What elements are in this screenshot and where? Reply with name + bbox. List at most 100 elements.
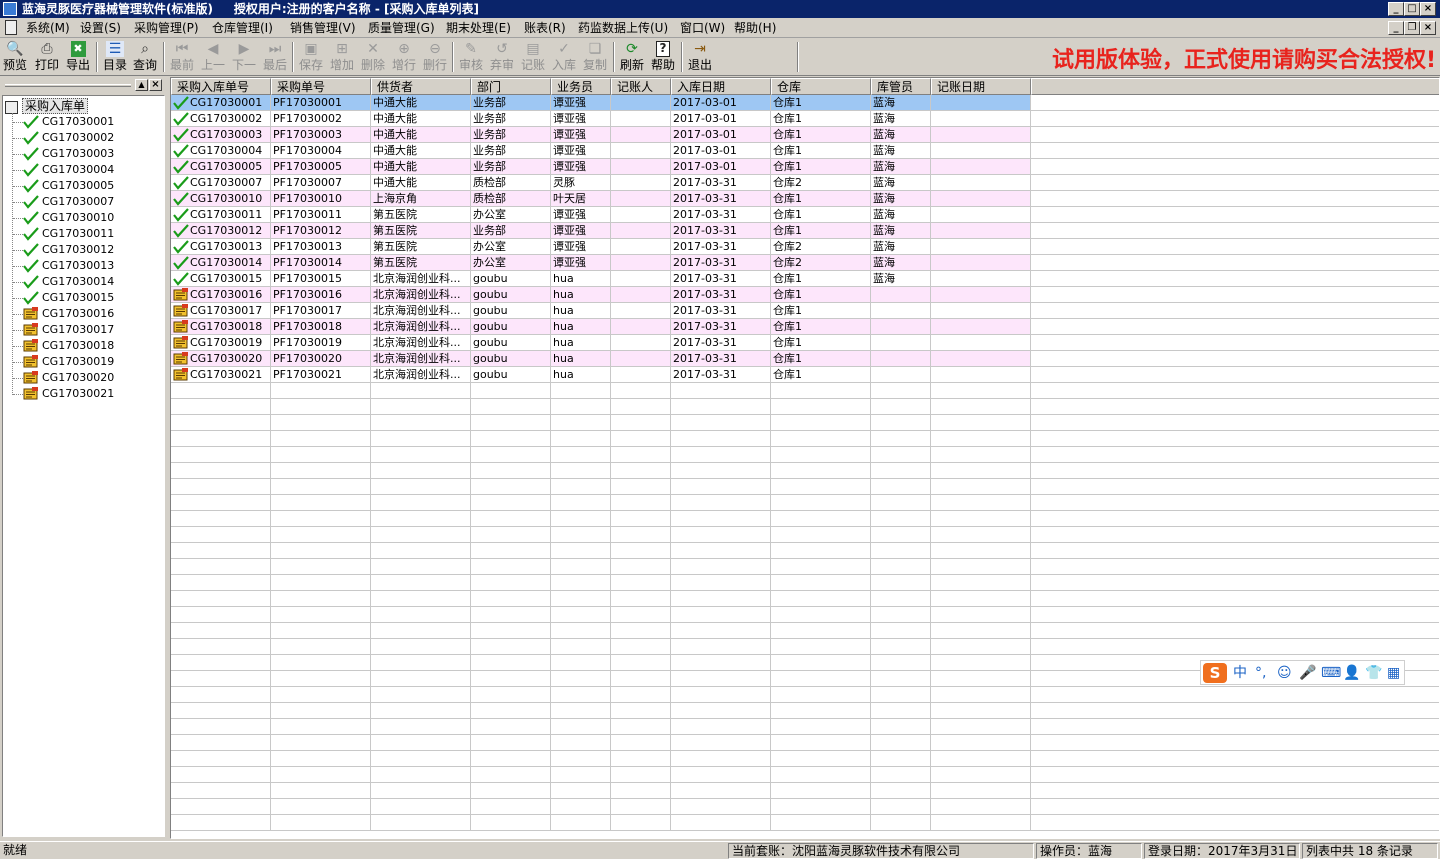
close-button[interactable]: × bbox=[1420, 2, 1436, 16]
menu-window[interactable]: 窗口(W) bbox=[680, 20, 725, 36]
tree-item[interactable]: CG17030010 bbox=[13, 210, 114, 226]
column-header[interactable]: 部门 bbox=[471, 78, 551, 95]
menu-purchase[interactable]: 采购管理(P) bbox=[134, 20, 199, 36]
row-filler bbox=[1031, 591, 1439, 607]
tree-item[interactable]: CG17030019 bbox=[13, 354, 114, 370]
table-cell: CG17030016 bbox=[171, 287, 271, 303]
column-header[interactable]: 采购入库单号 bbox=[171, 78, 271, 95]
sogou-logo-icon[interactable]: S bbox=[1203, 663, 1227, 683]
refresh-button[interactable]: ⟳ 刷新 bbox=[617, 40, 647, 74]
tree-item[interactable]: CG17030002 bbox=[13, 130, 114, 146]
panel-grip[interactable] bbox=[5, 84, 131, 87]
export-button[interactable]: ✖ 导出 bbox=[63, 40, 93, 74]
document-icon[interactable] bbox=[5, 20, 17, 35]
table-row[interactable]: CG17030012 PF17030012 第五医院 业务部 谭亚强 2017-03-31… bbox=[171, 223, 1439, 239]
tree-item[interactable]: CG17030013 bbox=[13, 258, 114, 274]
child-minimize-button[interactable]: _ bbox=[1388, 21, 1404, 35]
menu-settings[interactable]: 设置(S) bbox=[80, 20, 121, 36]
column-header[interactable]: 供货者 bbox=[371, 78, 471, 95]
table-cell bbox=[771, 463, 871, 479]
emoji-icon[interactable]: ☺ bbox=[1277, 664, 1292, 682]
table-row[interactable]: CG17030005 PF17030005 中通大能 业务部 谭亚强 2017-03-01… bbox=[171, 159, 1439, 175]
tree-item[interactable]: CG17030001 bbox=[13, 114, 114, 130]
table-cell: PF17030013 bbox=[271, 239, 371, 255]
tree-root[interactable]: 采购入库单 bbox=[5, 98, 89, 114]
tree-item-label: CG17030015 bbox=[42, 291, 115, 304]
table-row[interactable]: CG17030019 PF17030019 北京海润创业科... goubu hua 20… bbox=[171, 335, 1439, 351]
tree-item[interactable]: CG17030016 bbox=[13, 306, 114, 322]
child-restore-button[interactable]: ❐ bbox=[1404, 21, 1420, 35]
preview-button[interactable]: 🔍 预览 bbox=[0, 40, 30, 74]
microphone-icon[interactable]: 🎤 bbox=[1299, 664, 1316, 682]
column-header[interactable]: 业务员 bbox=[551, 78, 611, 95]
tree-item[interactable]: CG17030020 bbox=[13, 370, 114, 386]
child-close-button[interactable]: × bbox=[1420, 21, 1436, 35]
table-row[interactable]: CG17030010 PF17030010 上海京角 质检部 叶天居 2017-03-31… bbox=[171, 191, 1439, 207]
table-cell bbox=[671, 767, 771, 783]
table-cell bbox=[771, 495, 871, 511]
grid-menu-icon[interactable]: ▦ bbox=[1387, 664, 1400, 682]
column-header[interactable]: 库管员 bbox=[871, 78, 931, 95]
table-cell: PF17030011 bbox=[271, 207, 371, 223]
status-login-date: 登录日期：2017年3月31日 bbox=[1144, 843, 1300, 859]
tree-item[interactable]: CG17030003 bbox=[13, 146, 114, 162]
catalog-button[interactable]: ☰ 目录 bbox=[100, 40, 130, 74]
menu-upload[interactable]: 药监数据上传(U) bbox=[578, 20, 668, 36]
table-row[interactable]: CG17030016 PF17030016 北京海润创业科... goubu hua 20… bbox=[171, 287, 1439, 303]
ime-toolbar[interactable]: S 中 °, ☺ 🎤 ⌨ 👤 👕 ▦ bbox=[1200, 660, 1405, 685]
table-row[interactable]: CG17030020 PF17030020 北京海润创业科... goubu hua 20… bbox=[171, 351, 1439, 367]
punctuation-icon[interactable]: °, bbox=[1255, 664, 1266, 682]
tree-item[interactable]: CG17030004 bbox=[13, 162, 114, 178]
panel-close-button[interactable]: × bbox=[149, 79, 162, 91]
column-header[interactable]: 采购单号 bbox=[271, 78, 371, 95]
tree-item[interactable]: CG17030005 bbox=[13, 178, 114, 194]
tree-item[interactable]: CG17030021 bbox=[13, 386, 114, 402]
user-icon[interactable]: 👤 bbox=[1343, 664, 1360, 682]
ime-lang-icon[interactable]: 中 bbox=[1233, 664, 1247, 682]
column-header[interactable]: 入库日期 bbox=[671, 78, 771, 95]
tree-item[interactable]: CG17030015 bbox=[13, 290, 114, 306]
help-button[interactable]: ? 帮助 bbox=[648, 40, 678, 74]
menu-system[interactable]: 系统(M) bbox=[26, 20, 70, 36]
menu-sales[interactable]: 销售管理(V) bbox=[290, 20, 356, 36]
panel-collapse-button[interactable]: ▲ bbox=[135, 79, 148, 91]
table-cell: 2017-03-31 bbox=[671, 319, 771, 335]
exit-button[interactable]: ⇥ 退出 bbox=[685, 40, 715, 74]
table-row[interactable]: CG17030011 PF17030011 第五医院 办公室 谭亚强 2017-03-31… bbox=[171, 207, 1439, 223]
menu-warehouse[interactable]: 仓库管理(I) bbox=[212, 20, 273, 36]
table-row[interactable]: CG17030017 PF17030017 北京海润创业科... goubu hua 20… bbox=[171, 303, 1439, 319]
table-row[interactable]: CG17030002 PF17030002 中通大能 业务部 谭亚强 2017-03-01… bbox=[171, 111, 1439, 127]
data-grid[interactable]: 采购入库单号 采购单号 供货者 部门 业务员 记账人 入库日期 仓库 库管员 记账日期 CG170… bbox=[170, 77, 1440, 839]
tree-item[interactable]: CG17030014 bbox=[13, 274, 114, 290]
table-row[interactable]: CG17030001 PF17030001 中通大能 业务部 谭亚强 2017-03-01… bbox=[171, 95, 1439, 111]
tree-item[interactable]: CG17030011 bbox=[13, 226, 114, 242]
query-button[interactable]: ⌕ 查询 bbox=[130, 40, 160, 74]
table-row[interactable]: CG17030007 PF17030007 中通大能 质检部 灵豚 2017-03-31 仓… bbox=[171, 175, 1439, 191]
skin-icon[interactable]: 👕 bbox=[1365, 664, 1382, 682]
tree-item[interactable]: CG17030012 bbox=[13, 242, 114, 258]
table-row[interactable]: CG17030015 PF17030015 北京海润创业科... goubu hua 20… bbox=[171, 271, 1439, 287]
minimize-button[interactable]: _ bbox=[1388, 2, 1404, 16]
menu-period-end[interactable]: 期末处理(E) bbox=[446, 20, 511, 36]
column-header[interactable]: 记账日期 bbox=[931, 78, 1031, 95]
menu-reports[interactable]: 账表(R) bbox=[524, 20, 566, 36]
print-button[interactable]: ⎙ 打印 bbox=[32, 40, 62, 74]
table-cell bbox=[771, 639, 871, 655]
table-cell bbox=[871, 367, 931, 383]
column-header[interactable]: 记账人 bbox=[611, 78, 671, 95]
table-row[interactable]: CG17030003 PF17030003 中通大能 业务部 谭亚强 2017-03-01… bbox=[171, 127, 1439, 143]
table-row[interactable]: CG17030013 PF17030013 第五医院 办公室 谭亚强 2017-03-31… bbox=[171, 239, 1439, 255]
table-row[interactable]: CG17030018 PF17030018 北京海润创业科... goubu hua 20… bbox=[171, 319, 1439, 335]
keyboard-icon[interactable]: ⌨ bbox=[1321, 664, 1341, 682]
column-header[interactable]: 仓库 bbox=[771, 78, 871, 95]
maximize-button[interactable]: □ bbox=[1404, 2, 1420, 16]
menu-help[interactable]: 帮助(H) bbox=[734, 20, 776, 36]
menu-quality[interactable]: 质量管理(G) bbox=[368, 20, 435, 36]
table-row[interactable]: CG17030004 PF17030004 中通大能 业务部 谭亚强 2017-03-01… bbox=[171, 143, 1439, 159]
table-row[interactable]: CG17030014 PF17030014 第五医院 办公室 谭亚强 2017-03-31… bbox=[171, 255, 1439, 271]
tree-item[interactable]: CG17030018 bbox=[13, 338, 114, 354]
tree-item[interactable]: CG17030017 bbox=[13, 322, 114, 338]
tree-item[interactable]: CG17030007 bbox=[13, 194, 114, 210]
table-row[interactable]: CG17030021 PF17030021 北京海润创业科... goubu hua 20… bbox=[171, 367, 1439, 383]
document-tree[interactable]: 采购入库单 CG17030001 CG17030002 CG17030003 CG170… bbox=[2, 95, 165, 837]
